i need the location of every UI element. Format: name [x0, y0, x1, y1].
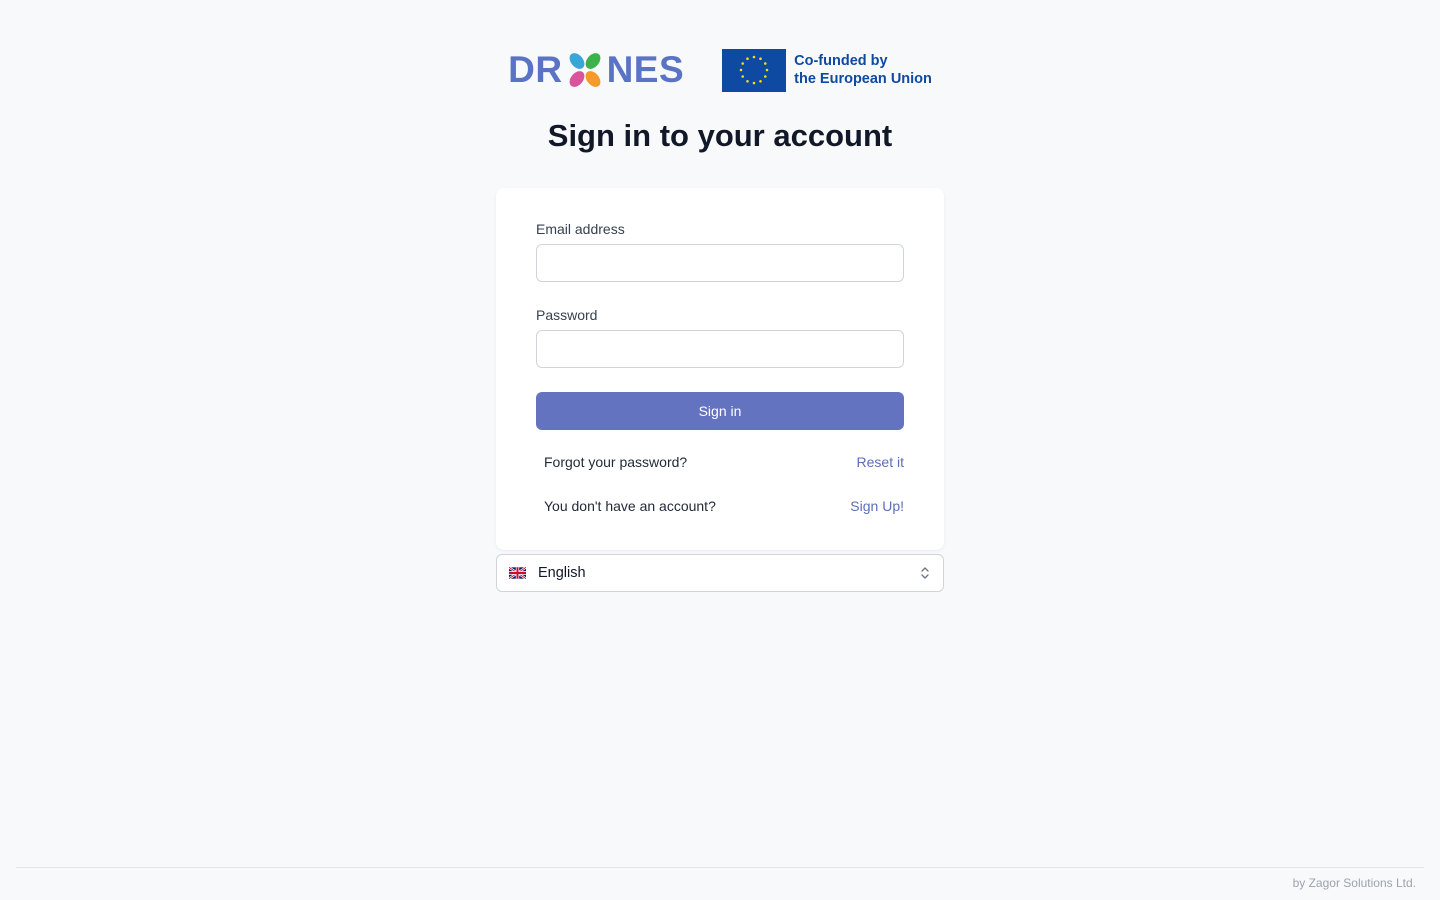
footer-credit: by Zagor Solutions Ltd.	[1292, 876, 1416, 890]
drones-logo: DR NES	[508, 48, 684, 92]
email-field[interactable]	[536, 244, 904, 282]
drones-logo-prefix: DR	[508, 49, 563, 90]
sign-in-button[interactable]: Sign in	[536, 392, 904, 430]
eu-cofunded-logo: Co-funded by the European Union	[722, 48, 932, 92]
language-select[interactable]: English	[496, 554, 944, 592]
language-selected-label: English	[538, 565, 586, 581]
email-label: Email address	[536, 221, 625, 237]
logo-bar: DR NES Co-funded by the European Union	[0, 48, 1440, 92]
eu-text-line2: the European Union	[794, 71, 932, 87]
sign-up-link[interactable]: Sign Up!	[850, 498, 904, 514]
reset-password-link[interactable]: Reset it	[857, 454, 904, 470]
login-page: DR NES Co-funded by the European Union S…	[0, 0, 1440, 900]
eu-text-line1: Co-funded by	[794, 53, 888, 69]
signup-text: You don't have an account?	[544, 498, 716, 514]
footer-divider	[16, 867, 1424, 868]
login-card: Email address Password Sign in Forgot yo…	[496, 188, 944, 550]
forgot-password-row: Forgot your password? Reset it	[544, 454, 904, 470]
chevron-up-down-icon	[921, 567, 929, 579]
eu-cofunded-text: Co-funded by the European Union	[794, 52, 932, 88]
forgot-password-text: Forgot your password?	[544, 454, 688, 470]
password-field[interactable]	[536, 330, 904, 368]
uk-flag-icon	[509, 567, 526, 579]
signup-row: You don't have an account? Sign Up!	[544, 498, 904, 514]
password-label: Password	[536, 307, 598, 323]
page-title: Sign in to your account	[547, 118, 893, 153]
drones-logo-suffix: NES	[606, 49, 685, 90]
eu-flag-icon	[722, 48, 787, 92]
clover-icon	[569, 53, 600, 87]
